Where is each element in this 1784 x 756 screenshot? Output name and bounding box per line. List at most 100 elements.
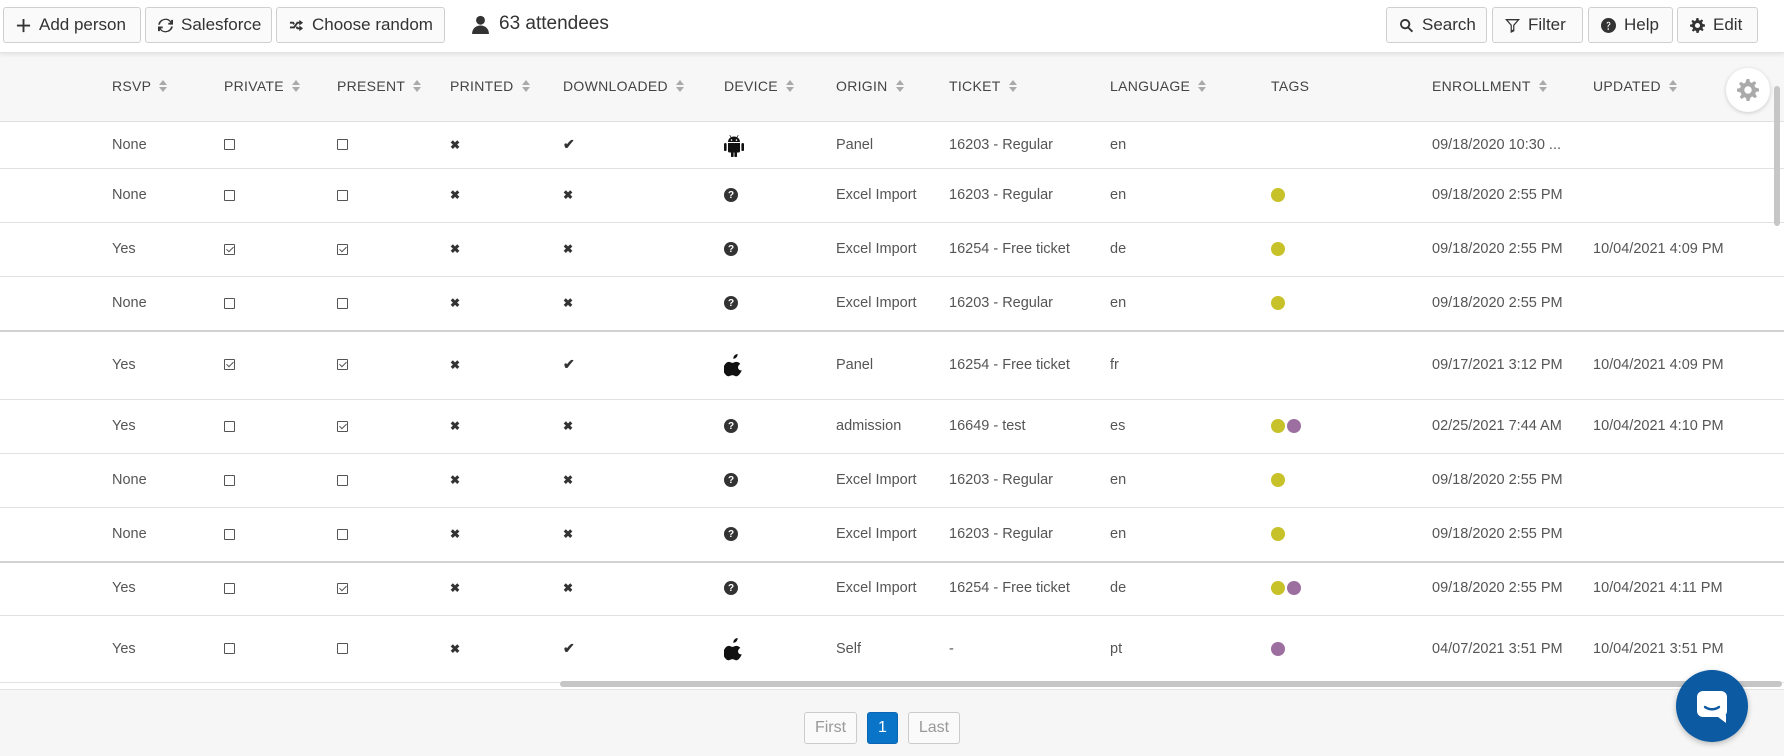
question-icon: ? — [724, 527, 738, 541]
column-label: DEVICE — [724, 78, 778, 94]
sort-icon — [1008, 80, 1017, 92]
column-header-present[interactable]: PRESENT — [337, 78, 422, 94]
private-checkbox[interactable] — [224, 139, 235, 150]
present-checkbox[interactable] — [337, 582, 348, 594]
tag-dot[interactable] — [1271, 581, 1285, 595]
present-checkbox[interactable] — [337, 528, 348, 540]
private-checkbox[interactable] — [224, 189, 235, 201]
private-checkbox[interactable] — [224, 359, 235, 370]
search-button[interactable]: Search — [1386, 7, 1487, 43]
filter-button[interactable]: Filter — [1492, 7, 1583, 43]
table-row[interactable]: Yes ✖ ✔ Self - pt 04/07/2021 3:51 PM 10/04/2021… — [0, 615, 1784, 683]
question-icon: ? — [724, 296, 738, 310]
private-checkbox[interactable] — [224, 582, 235, 594]
column-header-origin[interactable]: ORIGIN — [836, 78, 904, 94]
private-checkbox[interactable] — [224, 474, 235, 486]
present-checkbox[interactable] — [337, 297, 348, 309]
rsvp-value: None — [112, 187, 147, 203]
check-icon: ✔ — [563, 356, 575, 372]
vertical-scrollbar[interactable] — [1774, 86, 1780, 226]
tag-dot[interactable] — [1271, 473, 1285, 487]
column-header-downloaded[interactable]: DOWNLOADED — [563, 78, 684, 94]
printed-cell: ✖ — [450, 276, 460, 330]
rsvp-value: None — [112, 295, 147, 311]
downloaded-cell: ✖ — [563, 222, 573, 276]
column-header-rsvp[interactable]: RSVP — [112, 78, 168, 94]
table-row[interactable]: Yes ✖ ✖? Excel Import 16254 - Free ticket de 0… — [0, 561, 1784, 616]
table-row[interactable]: Yes ✖ ✖? admission 16649 - test es 02/25/2021 … — [0, 399, 1784, 454]
present-checkbox[interactable] — [337, 420, 348, 432]
question-icon: ? — [724, 188, 738, 202]
current-page-button[interactable]: 1 — [867, 712, 898, 744]
printed-cell: ✖ — [450, 399, 460, 453]
table-row[interactable]: Yes ✖ ✖? Excel Import 16254 - Free ticket de 0… — [0, 222, 1784, 277]
table-row[interactable]: None ✖ ✖? Excel Import 16203 - Regular en 09/1… — [0, 276, 1784, 332]
help-button[interactable]: Help — [1588, 7, 1673, 43]
present-checkbox[interactable] — [337, 189, 348, 201]
device-cell: ? — [724, 399, 738, 453]
private-checkbox[interactable] — [224, 243, 235, 255]
chat-launcher-button[interactable] — [1676, 670, 1748, 742]
column-header-printed[interactable]: PRINTED — [450, 78, 530, 94]
tag-dot[interactable] — [1271, 188, 1285, 202]
present-checkbox[interactable] — [337, 243, 348, 255]
tag-dot[interactable] — [1271, 641, 1285, 656]
table-row[interactable]: None ✖ ✖? Excel Import 16203 - Regular en 09/1… — [0, 453, 1784, 508]
column-header-private[interactable]: PRIVATE — [224, 78, 300, 94]
column-settings-button[interactable] — [1726, 68, 1770, 112]
origin-value: Excel Import — [836, 580, 917, 596]
private-checkbox[interactable] — [224, 420, 235, 432]
sort-icon — [1198, 80, 1207, 92]
column-label: UPDATED — [1593, 78, 1661, 94]
present-checkbox[interactable] — [337, 139, 348, 150]
pagination: First 1 Last — [0, 689, 1784, 756]
origin-value: Excel Import — [836, 295, 917, 311]
edit-button[interactable]: Edit — [1677, 7, 1758, 43]
device-cell — [724, 121, 744, 168]
sort-icon — [413, 80, 422, 92]
edit-label: Edit — [1713, 15, 1743, 34]
tag-dot[interactable] — [1271, 242, 1285, 256]
first-page-button[interactable]: First — [804, 712, 857, 744]
private-checkbox[interactable] — [224, 297, 235, 309]
present-cell — [337, 453, 348, 507]
private-cell — [224, 507, 235, 561]
private-checkbox[interactable] — [224, 528, 235, 540]
rsvp-value: None — [112, 526, 147, 542]
tag-dot[interactable] — [1287, 581, 1301, 595]
present-checkbox[interactable] — [337, 359, 348, 370]
x-icon: ✖ — [450, 296, 461, 310]
x-icon: ✖ — [450, 641, 461, 656]
salesforce-button[interactable]: Salesforce — [145, 7, 272, 43]
horizontal-scrollbar[interactable] — [560, 681, 1782, 687]
tag-dot[interactable] — [1271, 296, 1285, 310]
present-cell — [337, 399, 348, 453]
choose-random-button[interactable]: Choose random — [276, 7, 445, 43]
last-page-button[interactable]: Last — [908, 712, 960, 744]
apple-icon — [724, 353, 742, 376]
column-header-language[interactable]: LANGUAGE — [1110, 78, 1207, 94]
origin-value: Excel Import — [836, 241, 917, 257]
table-row[interactable]: None ✖ ✖? Excel Import 16203 - Regular en 09/1… — [0, 507, 1784, 563]
present-cell — [337, 121, 348, 168]
add-person-button[interactable]: Add person — [3, 7, 141, 43]
tag-dot[interactable] — [1287, 419, 1301, 433]
private-checkbox[interactable] — [224, 643, 235, 654]
chat-icon — [1697, 691, 1727, 723]
column-header-updated[interactable]: UPDATED — [1593, 78, 1677, 94]
present-checkbox[interactable] — [337, 474, 348, 486]
column-header-device[interactable]: DEVICE — [724, 78, 794, 94]
origin-value: Self — [836, 640, 861, 657]
column-header-ticket[interactable]: TICKET — [949, 78, 1017, 94]
column-header-enrollment[interactable]: ENROLLMENT — [1432, 78, 1547, 94]
tags-cell — [1271, 168, 1287, 222]
private-cell — [224, 399, 235, 453]
tags-cell — [1271, 276, 1287, 330]
present-checkbox[interactable] — [337, 643, 348, 654]
table-row[interactable]: Yes ✖ ✔ Panel 16254 - Free ticket fr 09/17/202… — [0, 330, 1784, 400]
table-row[interactable]: None ✖ ✖? Excel Import 16203 - Regular en 09/1… — [0, 168, 1784, 223]
present-cell — [337, 222, 348, 276]
tag-dot[interactable] — [1271, 527, 1285, 541]
table-row[interactable]: None ✖ ✔ Panel 16203 - Regular en 09/18/2020 1… — [0, 121, 1784, 169]
tag-dot[interactable] — [1271, 419, 1285, 433]
